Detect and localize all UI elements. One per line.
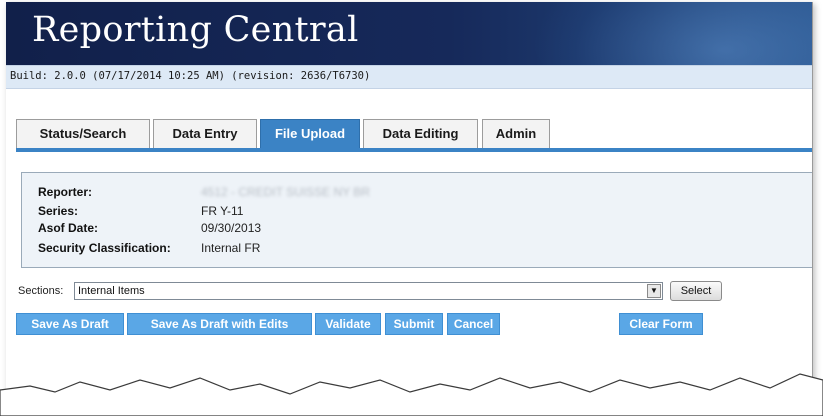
banner-swoosh [532,2,812,65]
cancel-button[interactable]: Cancel [447,313,500,335]
tab-admin[interactable]: Admin [482,119,550,149]
security-value: Internal FR [201,241,261,255]
app-title: Reporting Central [32,10,359,50]
report-info-panel: Reporter: 4512 - CREDIT SUISSE NY BR Ser… [21,172,812,268]
save-as-draft-button[interactable]: Save As Draft [16,313,124,335]
sections-label: Sections: [18,285,64,297]
reporter-value: 4512 - CREDIT SUISSE NY BR [201,185,370,199]
submit-button[interactable]: Submit [385,313,443,335]
select-button[interactable]: Select [670,281,722,301]
series-label: Series: [38,204,79,218]
tab-underline [16,148,812,152]
save-as-draft-with-edits-button[interactable]: Save As Draft with Edits [127,313,312,335]
reporter-label: Reporter: [38,185,93,199]
validate-button[interactable]: Validate [315,313,381,335]
sections-select[interactable]: Internal Items ▼ [74,282,663,300]
torn-edge-decoration [0,373,823,416]
sections-selected-value: Internal Items [78,285,145,297]
build-info: Build: 2.0.0 (07/17/2014 10:25 AM) (revi… [10,70,371,82]
series-value: FR Y-11 [201,204,244,218]
build-info-bar: Build: 2.0.0 (07/17/2014 10:25 AM) (revi… [6,65,812,89]
tab-file-upload[interactable]: File Upload [260,119,360,149]
tab-data-editing[interactable]: Data Editing [363,119,478,149]
app-window: Reporting Central Build: 2.0.0 (07/17/20… [6,2,813,403]
security-label: Security Classification: [38,241,171,255]
header-banner: Reporting Central [6,2,812,65]
asof-date-label: Asof Date: [38,221,99,235]
dropdown-arrow-icon[interactable]: ▼ [647,284,661,298]
tab-status-search[interactable]: Status/Search [16,119,150,149]
tab-data-entry[interactable]: Data Entry [153,119,257,149]
clear-form-button[interactable]: Clear Form [619,313,703,335]
asof-date-value: 09/30/2013 [201,221,262,235]
